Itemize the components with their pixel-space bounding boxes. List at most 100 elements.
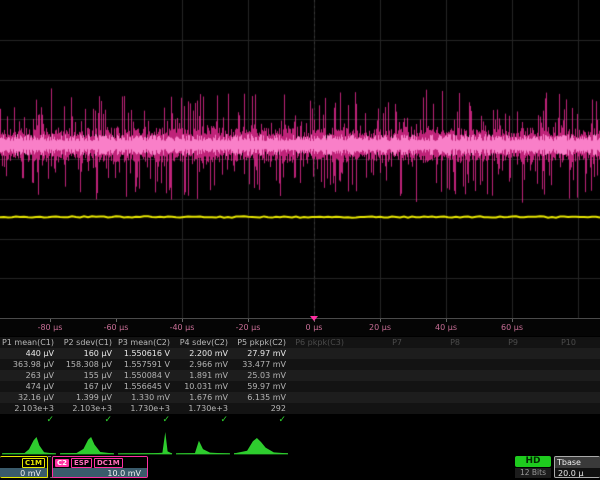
measure-value[interactable]: 32.16 µV [0,392,58,403]
histicon[interactable] [0,429,58,456]
axis-tick [50,319,51,322]
table-row: 440 µV160 µV1.550616 V2.200 mV27.97 mV [0,348,600,359]
measure-header-inactive[interactable]: P6 pkpk(C3) [290,337,348,348]
measure-value[interactable]: 363.98 µV [0,359,58,370]
histicon-baseline [60,453,114,455]
measure-value[interactable]: 160 µV [58,348,116,359]
axis-tick [182,319,183,322]
axis-tick [380,319,381,322]
measure-value[interactable]: 1.891 mV [174,370,232,381]
measure-header-inactive[interactable]: P9 [464,337,522,348]
time-axis-label: -20 µs [236,323,261,332]
status-check-icon: ✓ [232,414,290,427]
histicon-shape [234,438,288,454]
measure-value[interactable]: 1.550084 V [116,370,174,381]
time-axis-label: 60 µs [501,323,523,332]
oscilloscope-screen: -100 µs-80 µs-60 µs-40 µs-20 µs0 µs20 µs… [0,0,600,480]
c1-vertical-scale: 0 mV [0,468,47,478]
measure-value[interactable]: 292 [232,403,290,414]
c1-coupling-badge: C1M [22,458,45,468]
measure-header[interactable]: P2 sdev(C1) [58,337,116,348]
measure-value[interactable]: 167 µV [58,381,116,392]
axis-tick [248,319,249,322]
measure-value[interactable]: 10.031 mV [174,381,232,392]
measure-value[interactable]: 33.477 mV [232,359,290,370]
time-axis-label: -60 µs [104,323,129,332]
histicon[interactable] [116,429,174,456]
measure-value[interactable]: 59.97 mV [232,381,290,392]
histicon-shape [2,437,56,454]
measure-value[interactable]: 2.103e+3 [58,403,116,414]
histicon-shape [176,441,230,454]
measure-header[interactable]: P5 pkpk(C2) [232,337,290,348]
time-axis: -100 µs-80 µs-60 µs-40 µs-20 µs0 µs20 µs… [0,318,600,336]
time-axis-label: -80 µs [38,323,63,332]
trigger-position-icon[interactable] [310,316,318,321]
histicon[interactable] [174,429,232,456]
measure-value[interactable]: 6.135 mV [232,392,290,403]
channel-c2-descriptor[interactable]: C2 ESP DC1M 10.0 mV [52,456,148,478]
axis-tick [446,319,447,322]
histicon-baseline [118,453,172,455]
status-check-icon: ✓ [0,414,58,427]
measure-value[interactable]: 1.730e+3 [174,403,232,414]
measure-header-inactive[interactable]: P7 [348,337,406,348]
table-row: 263 µV155 µV1.550084 V1.891 mV25.03 mV [0,370,600,381]
status-check-icon: ✓ [174,414,232,427]
measure-header[interactable]: P4 sdev(C2) [174,337,232,348]
time-axis-label: 0 µs [306,323,323,332]
histicon[interactable] [232,429,290,456]
measure-header-inactive[interactable]: P10 [522,337,580,348]
time-axis-label: 40 µs [435,323,457,332]
histicon-shape [60,437,114,454]
hd-bits-label: 12 Bits [515,468,551,478]
c2-vertical-scale: 10.0 mV [53,468,147,478]
table-row: 32.16 µV1.399 µV1.330 mV1.676 mV6.135 mV [0,392,600,403]
measure-value[interactable]: 1.550616 V [116,348,174,359]
measure-value[interactable]: 2.103e+3 [0,403,58,414]
timebase-value: 20.0 µ [555,468,600,478]
measure-value[interactable]: 1.556645 V [116,381,174,392]
measure-value[interactable]: 263 µV [0,370,58,381]
descriptor-bar: C1M 0 mV C2 ESP DC1M 10.0 mV + HD 12 Bit… [0,456,600,480]
table-row: 2.103e+32.103e+31.730e+31.730e+3292 [0,403,600,414]
axis-tick [512,319,513,322]
histicon[interactable] [58,429,116,456]
hd-mode-badge[interactable]: HD [515,456,551,467]
c2-coupling-badge: DC1M [94,458,123,468]
waveform-display[interactable] [0,0,600,318]
c2-esp-badge: ESP [71,458,92,468]
measure-value[interactable]: 2.966 mV [174,359,232,370]
histicon-baseline [234,453,288,455]
measure-header[interactable]: P3 mean(C2) [116,337,174,348]
time-axis-label: -40 µs [170,323,195,332]
table-row: ✓✓✓✓✓ [0,414,600,427]
histicon-strip [0,429,600,456]
timebase-descriptor[interactable]: Tbase 20.0 µ [554,456,600,478]
measure-value[interactable]: 1.557591 V [116,359,174,370]
measure-value[interactable]: 25.03 mV [232,370,290,381]
measure-value[interactable]: 1.399 µV [58,392,116,403]
axis-tick [116,319,117,322]
measure-value[interactable]: 2.200 mV [174,348,232,359]
measure-value[interactable]: 1.676 mV [174,392,232,403]
measure-value[interactable]: 158.308 µV [58,359,116,370]
table-row: 474 µV167 µV1.556645 V10.031 mV59.97 mV [0,381,600,392]
measure-header-inactive[interactable]: P8 [406,337,464,348]
timebase-label: Tbase [555,457,600,468]
status-check-icon: ✓ [58,414,116,427]
measure-value[interactable]: 474 µV [0,381,58,392]
measure-value[interactable]: 1.730e+3 [116,403,174,414]
measure-value[interactable]: 155 µV [58,370,116,381]
table-row: 363.98 µV158.308 µV1.557591 V2.966 mV33.… [0,359,600,370]
table-row: P1 mean(C1)P2 sdev(C1)P3 mean(C2)P4 sdev… [0,337,600,348]
status-check-icon: ✓ [116,414,174,427]
measure-value[interactable]: 440 µV [0,348,58,359]
histicon-shape [118,432,172,454]
c2-label: C2 [55,459,69,467]
measure-header[interactable]: P1 mean(C1) [0,337,58,348]
histicon-baseline [176,453,230,455]
measure-value[interactable]: 1.330 mV [116,392,174,403]
channel-c1-descriptor[interactable]: C1M 0 mV [0,456,48,478]
measure-value[interactable]: 27.97 mV [232,348,290,359]
